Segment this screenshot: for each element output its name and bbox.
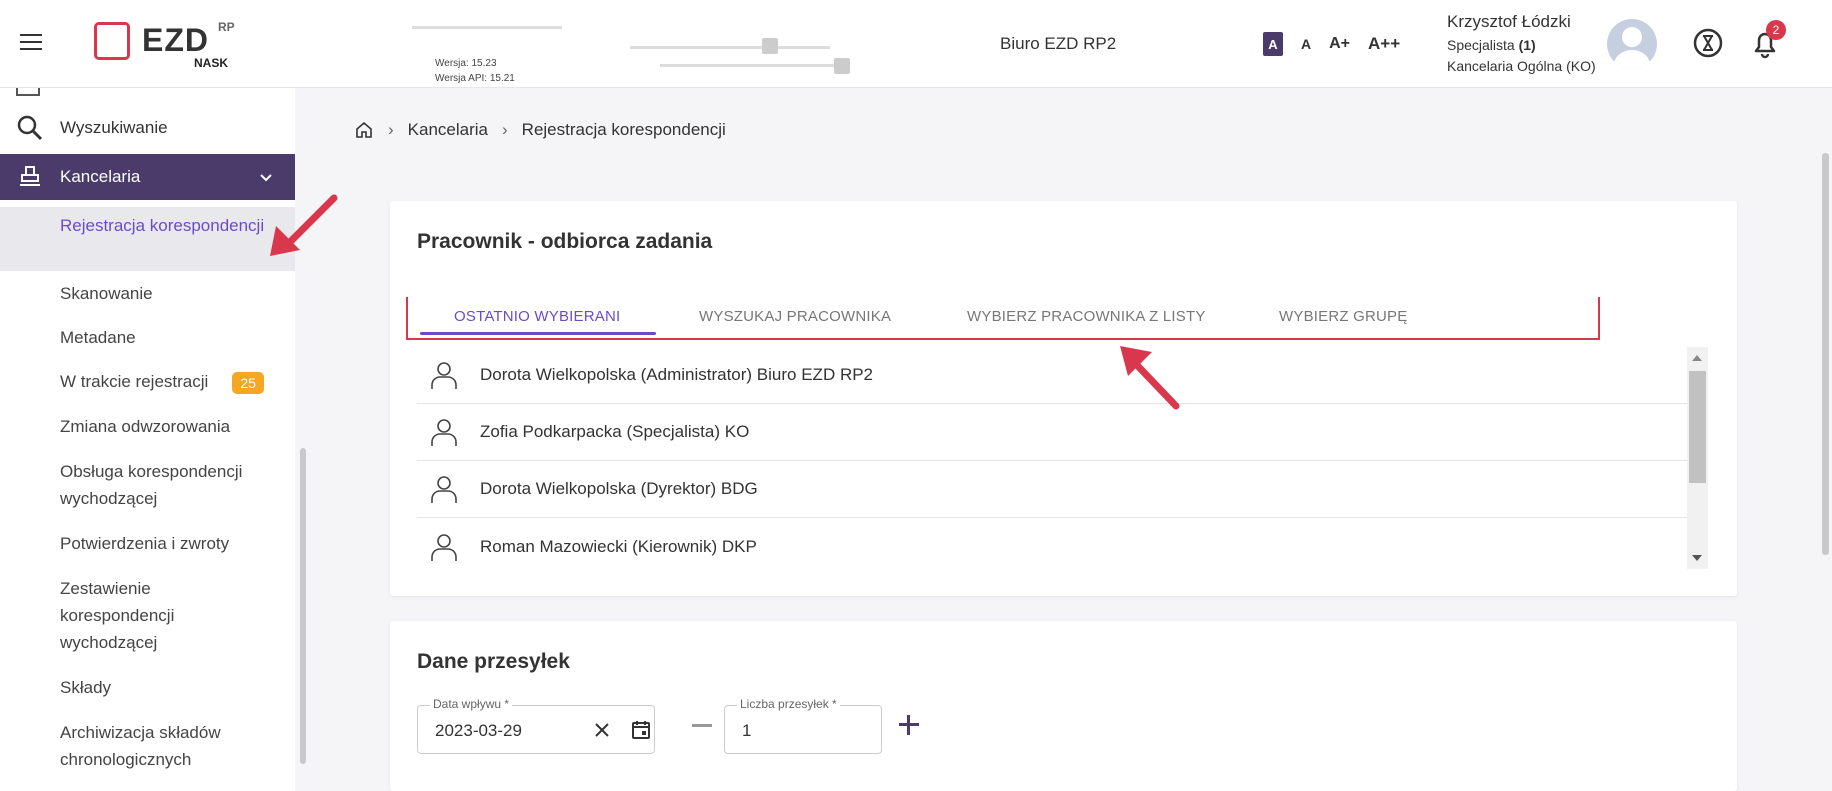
app-header: EZD RP NASK Wersja: 15.23 Wersja API: 15… [0,0,1832,88]
quantity-stepper[interactable]: Liczba przesyłek * 1 [724,697,882,754]
person-icon [431,419,457,446]
sidebar-item-kancelaria[interactable]: Kancelaria [0,154,295,200]
sidebar-item-metadane[interactable]: Metadane [0,324,295,351]
version-text: Wersja: 15.23 [435,58,497,69]
logo-text: EZD [142,22,209,58]
date-field[interactable]: Data wpływu * 2023-03-29 [417,697,655,754]
list-item[interactable]: Zofia Podkarpacka (Specjalista) KO [417,404,1695,461]
count-field-label: Liczba przesyłek * [737,697,840,711]
breadcrumb: › Kancelaria › Rejestracja korespondencj… [354,120,726,140]
list-item[interactable]: Dorota Wielkopolska (Administrator) Biur… [417,347,1695,404]
recipient-card: Pracownik - odbiorca zadania OSTATNIO WY… [390,201,1737,596]
font-size-xlarge-button[interactable]: A++ [1368,34,1400,54]
sidebar-item-label: Kancelaria [60,167,141,186]
app-logo[interactable]: EZD RP NASK [94,18,244,72]
user-name: Krzysztof Łódzki [1447,12,1571,31]
shipment-card: Dane przesyłek Data wpływu * 2023-03-29 … [390,621,1737,791]
stamp-icon [20,166,40,186]
breadcrumb-kancelaria[interactable]: Kancelaria [408,120,488,140]
active-tab-indicator [420,332,656,335]
count-badge: 25 [232,371,264,394]
person-name: Dorota Wielkopolska (Administrator) Biur… [480,365,874,384]
sidebar-item-skanowanie[interactable]: Skanowanie [0,280,295,307]
tab-search-employee[interactable]: WYSZUKAJ PRACOWNIKA [699,297,891,335]
calendar-icon[interactable] [630,719,652,741]
annotation-arrow [1120,346,1180,410]
tab-pick-from-list[interactable]: WYBIERZ PRACOWNIKA Z LISTY [967,297,1206,335]
breadcrumb-current: Rejestracja korespondencji [521,120,726,139]
sidebar-item-obsluga[interactable]: Obsługa korespondencji wychodzącej [0,458,295,512]
user-unit: Kancelaria Ogólna (KO) [1447,58,1596,74]
version-widget: Wersja: 15.23 Wersja API: 15.21 [410,20,860,84]
office-name: Biuro EZD RP2 [1000,34,1117,53]
scroll-thumb[interactable] [1689,371,1706,483]
tab-recent[interactable]: OSTATNIO WYBIERANI [454,297,620,335]
font-size-small-button[interactable]: A [1301,36,1311,52]
user-info[interactable]: Krzysztof Łódzki Specjalista (1) Kancela… [1447,12,1596,74]
sidebar-item-rejestracja[interactable]: Rejestracja korespondencji [0,207,295,271]
sidebar-item-zmiana[interactable]: Zmiana odwzorowania [0,413,295,440]
scroll-down-icon[interactable] [1692,555,1702,561]
sidebar-item-label: W trakcie rejestracji [60,372,209,391]
count-value: 1 [742,721,752,740]
person-icon [431,362,457,389]
breadcrumb-separator: › [388,120,394,139]
chevron-down-icon [260,174,272,182]
sidebar-item-archiwizacja[interactable]: Archiwizacja składów chronologicznych [0,719,295,773]
date-field-label: Data wpływu * [430,697,513,711]
avatar[interactable] [1607,19,1657,69]
logo-sup: RP [218,20,235,34]
sidebar-scrollbar[interactable] [300,448,306,764]
card-title: Pracownik - odbiorca zadania [417,230,713,253]
sidebar-item-zestawienie[interactable]: Zestawienie korespondencji wychodzącej [0,575,295,656]
sidebar-item-search[interactable]: Wyszukiwanie [0,107,295,149]
decrement-button[interactable] [692,724,712,727]
list-item[interactable]: Roman Mazowiecki (Kierownik) DKP [417,518,1695,575]
person-name: Zofia Podkarpacka (Specjalista) KO [480,422,750,441]
recipient-list: Dorota Wielkopolska (Administrator) Biur… [417,347,1695,572]
sidebar-item-sklady[interactable]: Składy [0,674,295,701]
version-api-text: Wersja API: 15.21 [435,73,515,84]
person-name: Roman Mazowiecki (Kierownik) DKP [480,536,757,556]
search-icon [17,115,43,141]
tab-pick-group[interactable]: WYBIERZ GRUPĘ [1279,297,1407,335]
date-value: 2023-03-29 [435,721,522,740]
list-item[interactable]: Dorota Wielkopolska (Dyrektor) BDG [417,461,1695,518]
recipient-tabs: OSTATNIO WYBIERANI WYSZUKAJ PRACOWNIKA W… [406,297,1600,340]
font-size-controls: A A A+ A++ [1263,32,1400,56]
inbox-icon[interactable] [16,88,40,96]
notification-badge: 2 [1766,20,1786,40]
logo-mark [94,22,130,60]
hourglass-icon[interactable] [1691,26,1725,60]
scroll-up-icon[interactable] [1692,355,1702,361]
sidebar-item-label: Wyszukiwanie [60,118,168,137]
person-name: Dorota Wielkopolska (Dyrektor) BDG [480,479,758,498]
increment-button[interactable] [897,713,921,737]
person-icon [431,476,457,503]
sidebar-item-w-trakcie[interactable]: W trakcie rejestracji 25 [0,368,295,395]
font-size-default-button[interactable]: A [1263,32,1283,56]
sidebar-item-potwierdzenia[interactable]: Potwierdzenia i zwroty [0,530,295,557]
user-role: Specjalista (1) [1447,37,1536,53]
list-scrollbar[interactable] [1687,347,1708,569]
sidebar: Wyszukiwanie Kancelaria Rejestracja kore… [0,88,295,791]
card-title: Dane przesyłek [417,650,570,673]
home-icon[interactable] [354,120,374,140]
font-size-large-button[interactable]: A+ [1329,35,1350,53]
breadcrumb-separator: › [502,120,508,139]
person-icon [431,533,457,561]
clear-icon[interactable] [592,720,612,740]
page-scrollbar[interactable] [1822,153,1829,555]
menu-icon[interactable] [20,34,42,52]
logo-sub: NASK [194,56,229,70]
annotation-arrow [270,194,338,256]
